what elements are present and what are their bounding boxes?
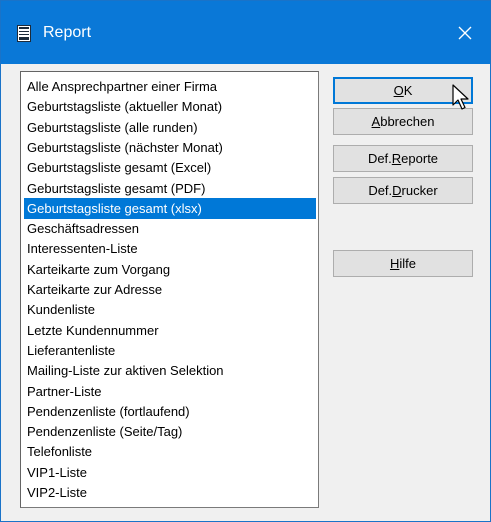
list-item[interactable]: VIP2-Liste [24, 482, 316, 503]
list-item[interactable]: Geschäftsadressen [24, 218, 316, 239]
close-icon [458, 26, 472, 39]
report-list[interactable]: Alle Ansprechpartner einer Firma Geburtst… [20, 71, 319, 508]
list-item[interactable]: Geburtstagsliste (alle runden) [24, 117, 316, 138]
list-item[interactable]: VIP1-Liste [24, 462, 316, 483]
list-item[interactable]: Karteikarte zum Vorgang [24, 259, 316, 280]
define-printer-button[interactable]: Def.Drucker [333, 177, 473, 204]
list-item[interactable]: Geburtstagsliste gesamt (xlsx) [24, 197, 316, 219]
list-item[interactable]: Geburtstagsliste (nächster Monat) [24, 137, 316, 158]
report-dialog: Report Alle Ansprechpartner einer Firma G… [0, 0, 491, 522]
list-item[interactable]: Mailing-Liste zur aktiven Selektion [24, 360, 316, 381]
title-bar[interactable]: Report [1, 1, 490, 64]
list-item[interactable]: Letzte Kundennummer [24, 320, 316, 341]
report-document-icon [17, 25, 31, 42]
list-item[interactable]: Alle Ansprechpartner einer Firma [24, 76, 316, 97]
list-item[interactable]: Interessenten-Liste [24, 238, 316, 259]
list-item[interactable]: Karteikarte zur Adresse [24, 279, 316, 300]
list-item[interactable]: Lieferantenliste [24, 340, 316, 361]
list-item[interactable]: Geburtstagsliste (aktueller Monat) [24, 96, 316, 117]
list-item[interactable]: Telefonliste [24, 441, 316, 462]
list-item[interactable]: Geburtstagsliste gesamt (Excel) [24, 157, 316, 178]
list-item[interactable]: Partner-Liste [24, 381, 316, 402]
mouse-pointer-icon [452, 84, 469, 110]
define-reports-button[interactable]: Def.Reporte [333, 145, 473, 172]
list-item[interactable]: Pendenzenliste (fortlaufend) [24, 401, 316, 422]
list-item[interactable]: Pendenzenliste (Seite/Tag) [24, 421, 316, 442]
list-item[interactable]: Kundenliste [24, 299, 316, 320]
close-button[interactable] [440, 1, 490, 64]
help-button[interactable]: Hilfe [333, 250, 473, 277]
window-title: Report [43, 24, 92, 41]
list-item[interactable]: Geburtstagsliste gesamt (PDF) [24, 178, 316, 199]
